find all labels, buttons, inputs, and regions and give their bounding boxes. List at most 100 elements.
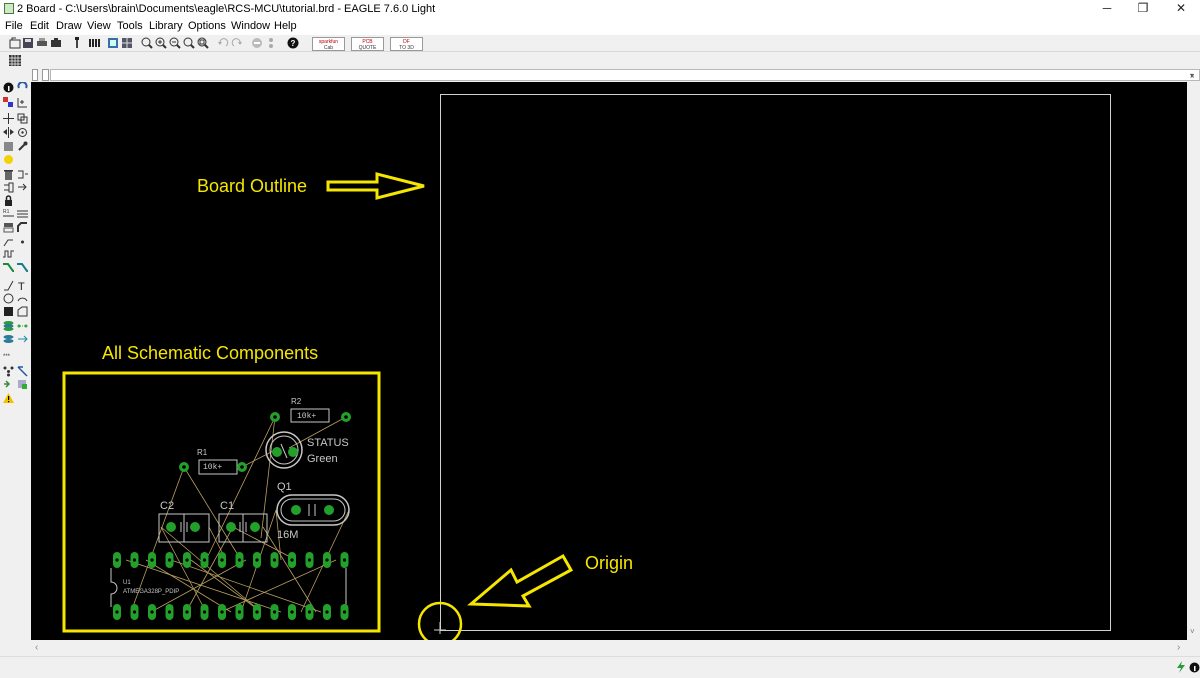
scroll-up-icon[interactable]: ˄: [1190, 72, 1195, 81]
layers-icon[interactable]: [3, 334, 14, 345]
vertical-scrollbar[interactable]: ˄ ˅: [1187, 72, 1200, 640]
layer-settings-icon[interactable]: [107, 37, 119, 49]
print-icon[interactable]: [36, 37, 48, 49]
sparkfun-button[interactable]: sparkfun Cab: [312, 37, 345, 51]
miter-icon[interactable]: [17, 222, 28, 233]
zoom-select-icon[interactable]: [197, 37, 209, 49]
hole-icon[interactable]: [17, 334, 28, 345]
stop-icon[interactable]: [251, 37, 263, 49]
attribute-icon[interactable]: ***: [3, 350, 14, 361]
u1-pad-hole: [220, 558, 224, 562]
arc-icon[interactable]: [17, 293, 28, 304]
errors-icon[interactable]: [3, 393, 14, 404]
menu-help[interactable]: Help: [274, 20, 297, 32]
zoom-redraw-icon[interactable]: [183, 37, 195, 49]
u1-pad-hole: [307, 558, 312, 562]
text-icon[interactable]: T: [17, 280, 28, 291]
route-icon[interactable]: [3, 262, 14, 273]
mark-icon[interactable]: [17, 97, 28, 108]
u1-pad-hole: [185, 610, 189, 614]
script-icon[interactable]: [71, 37, 83, 49]
ripup-icon[interactable]: [17, 262, 28, 273]
command-line-input[interactable]: [50, 69, 1200, 81]
show-icon[interactable]: [17, 82, 28, 93]
u1-pad-hole: [237, 610, 242, 614]
board-canvas[interactable]: Board Outline All Schematic Components O…: [31, 82, 1187, 640]
zoom-out-icon[interactable]: [169, 37, 181, 49]
menu-library[interactable]: Library: [149, 20, 183, 32]
scroll-right-icon[interactable]: ›: [1177, 642, 1180, 653]
polygon-icon[interactable]: [17, 306, 28, 317]
menu-file[interactable]: File: [5, 20, 23, 32]
close-button[interactable]: ✕: [1162, 0, 1200, 18]
scroll-down-icon[interactable]: ˅: [1190, 627, 1195, 636]
crystal-q1[interactable]: [276, 494, 350, 526]
menu-options[interactable]: Options: [188, 20, 226, 32]
pcb-quote-button[interactable]: PCB QUOTE: [351, 37, 384, 51]
smash-icon[interactable]: [3, 222, 14, 233]
open-icon[interactable]: [9, 37, 21, 49]
add-icon[interactable]: [17, 169, 28, 180]
save-icon[interactable]: [22, 37, 34, 49]
signal-icon[interactable]: [17, 320, 28, 331]
help-icon[interactable]: ?: [287, 37, 299, 49]
info-icon[interactable]: [3, 82, 14, 93]
optimize-icon[interactable]: [17, 236, 28, 247]
delete-icon[interactable]: [3, 169, 14, 180]
svg-text:T: T: [18, 281, 25, 291]
drc-icon[interactable]: [17, 379, 28, 390]
rotate-icon[interactable]: [17, 127, 28, 138]
main-toolbar: ? sparkfun Cab PCB QUOTE DF TO 3D: [0, 35, 1200, 52]
go-icon[interactable]: [265, 37, 277, 49]
horizontal-scrollbar[interactable]: ‹ ›: [31, 640, 1187, 656]
rect-icon[interactable]: [3, 306, 14, 317]
svg-text:?: ?: [291, 39, 296, 48]
circle-icon[interactable]: [3, 293, 14, 304]
pinswap-icon[interactable]: [3, 182, 14, 193]
u1-pad-hole: [325, 558, 329, 562]
meander-icon[interactable]: [3, 249, 14, 260]
via-icon[interactable]: [3, 320, 14, 331]
split-icon[interactable]: [3, 236, 14, 247]
u1-pad-hole: [290, 558, 294, 562]
menu-window[interactable]: Window: [231, 20, 270, 32]
change-icon[interactable]: [17, 141, 28, 152]
grid-toggle-icon[interactable]: [8, 54, 22, 67]
copy-icon[interactable]: [17, 113, 28, 124]
df-to-3d-button[interactable]: DF TO 3D: [390, 37, 423, 51]
zoom-in-icon[interactable]: [155, 37, 167, 49]
display-icon[interactable]: [3, 97, 14, 108]
u1-pad-hole: [272, 610, 277, 614]
menu-tools[interactable]: Tools: [117, 20, 143, 32]
r2-name: R2: [291, 397, 302, 406]
ratsnest-icon[interactable]: [3, 366, 14, 377]
scroll-left-icon[interactable]: ‹: [35, 642, 38, 653]
grid-icon[interactable]: [121, 37, 133, 49]
mirror-icon[interactable]: [3, 127, 14, 138]
name-icon[interactable]: R1: [3, 208, 14, 219]
run-ulp-icon[interactable]: [88, 37, 100, 49]
c2-name: C2: [160, 500, 175, 512]
cam-icon[interactable]: [50, 37, 62, 49]
layer-select-right[interactable]: [42, 69, 49, 81]
menu-view[interactable]: View: [87, 20, 111, 32]
undo-icon[interactable]: [217, 37, 229, 49]
minimize-button[interactable]: ─: [1088, 0, 1126, 18]
redo-icon[interactable]: [231, 37, 243, 49]
erc-icon[interactable]: [3, 379, 14, 390]
menu-edit[interactable]: Edit: [30, 20, 49, 32]
zoom-fit-icon[interactable]: [141, 37, 153, 49]
group-icon[interactable]: [3, 141, 14, 152]
menu-draw[interactable]: Draw: [56, 20, 82, 32]
lock-icon[interactable]: [3, 195, 14, 206]
paste-icon[interactable]: [3, 154, 14, 165]
layer-select-left[interactable]: [32, 69, 38, 81]
svg-text:***: ***: [3, 354, 11, 360]
restore-button[interactable]: ❐: [1124, 0, 1162, 18]
value-icon[interactable]: [17, 208, 28, 219]
status-info-icon[interactable]: [1189, 660, 1200, 673]
replace-icon[interactable]: [17, 182, 28, 193]
move-icon[interactable]: [3, 113, 14, 124]
auto-icon[interactable]: [17, 366, 28, 377]
wire-icon[interactable]: [3, 280, 14, 291]
